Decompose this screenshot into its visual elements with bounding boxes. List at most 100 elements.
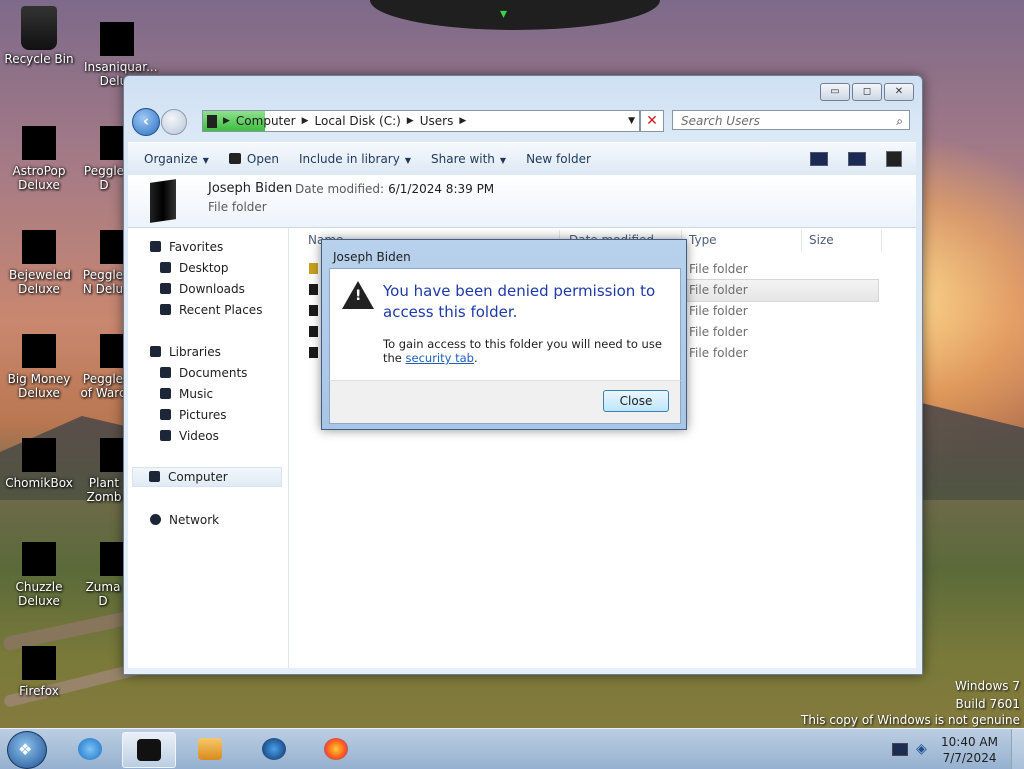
nav-network[interactable]: Network [150, 513, 219, 527]
minimize-button[interactable]: ▭ [820, 83, 850, 101]
firefox-icon [22, 646, 56, 680]
preview-pane-icon[interactable] [848, 152, 866, 166]
breadcrumb-arrow-icon[interactable]: ▶ [405, 116, 416, 126]
table-row[interactable]: File folder [689, 283, 748, 297]
address-dropdown-icon[interactable]: ▼ [628, 116, 635, 126]
security-tab-link[interactable]: security tab [406, 351, 474, 365]
chomikbox-icon [22, 438, 56, 472]
column-header-size[interactable]: Size [809, 233, 834, 247]
show-desktop-button[interactable] [1011, 729, 1024, 769]
breadcrumb-users[interactable]: Users [416, 114, 458, 128]
new-folder-button[interactable]: New folder [510, 152, 591, 166]
table-row[interactable]: File folder [689, 304, 748, 318]
nav-documents[interactable]: Documents [160, 366, 247, 380]
watermark-line: Build 7601 [955, 697, 1020, 711]
folder-icon [309, 284, 318, 295]
insaniquarium-icon [100, 22, 134, 56]
address-bar[interactable]: ▶ Computer ▶ Local Disk (C:) ▶ Users ▶ ▼ [202, 110, 640, 132]
selected-folder-name: Joseph Biden [208, 181, 293, 196]
network-icon [150, 514, 161, 525]
nav-favorites[interactable]: Favorites [150, 240, 223, 254]
taskbar-globe-app[interactable] [248, 732, 300, 766]
close-window-button[interactable]: ✕ [884, 83, 914, 101]
desktop-icon-label: Bejeweled Deluxe [9, 268, 71, 296]
desktop-icon-label: Peggle N Delu [82, 268, 124, 296]
taskbar-firefox[interactable] [310, 732, 362, 766]
volume-tray-icon[interactable]: ◈ [916, 741, 927, 757]
organize-button[interactable]: Organize ▼ [128, 152, 209, 166]
folder-icon [309, 305, 318, 316]
nav-computer[interactable]: Computer [132, 467, 282, 487]
folder-icon [309, 347, 318, 358]
breadcrumb-arrow-icon[interactable]: ▶ [221, 116, 232, 126]
recycle-bin-icon [21, 6, 57, 50]
table-row[interactable]: File folder [689, 262, 748, 276]
nav-libraries[interactable]: Libraries [150, 345, 221, 359]
dialog-heading: You have been denied permission to acces… [383, 282, 656, 321]
table-row[interactable]: File folder [689, 325, 748, 339]
nav-desktop[interactable]: Desktop [160, 261, 229, 275]
table-row[interactable]: File folder [689, 346, 748, 360]
desktop-icon-recycle-bin[interactable]: Recycle Bin [0, 6, 78, 66]
taskbar-media-player[interactable] [184, 732, 236, 766]
folder-large-icon [150, 179, 176, 223]
desktop-icon-chuzzle[interactable]: Chuzzle Deluxe [0, 542, 78, 608]
internet-explorer-icon [78, 738, 102, 760]
taskbar-explorer[interactable] [122, 732, 176, 768]
breadcrumb-arrow-icon[interactable]: ▶ [457, 116, 468, 126]
back-button[interactable]: ‹ [132, 108, 160, 136]
maximize-button[interactable]: ◻ [852, 83, 882, 101]
open-button[interactable]: Open [213, 152, 279, 166]
navigation-pane: Favorites Desktop Downloads Recent Place… [128, 228, 289, 668]
desktop-icon-chomikbox[interactable]: ChomikBox [0, 438, 78, 490]
windows-logo-icon: ❖ [18, 740, 33, 759]
dialog-title: Joseph Biden [333, 250, 411, 264]
pictures-icon [160, 409, 171, 420]
desktop-icon-label: Big Money Deluxe [7, 372, 71, 400]
command-bar: Organize ▼ Open Include in library ▼ Share… [128, 142, 916, 176]
nav-music[interactable]: Music [160, 387, 213, 401]
network-tray-icon[interactable] [892, 743, 908, 756]
dialog-message: To gain access to this folder you will n… [383, 337, 662, 365]
clock[interactable]: 10:40 AM 7/7/2024 [941, 734, 998, 766]
nav-pictures[interactable]: Pictures [160, 408, 227, 422]
desktop-gadget: ▾ [370, 0, 660, 30]
help-icon[interactable] [886, 151, 902, 167]
library-icon [150, 346, 161, 357]
column-header-type[interactable]: Type [689, 233, 717, 247]
open-icon [228, 153, 241, 164]
breadcrumb-computer[interactable]: Computer [232, 114, 300, 128]
big-money-icon [22, 334, 56, 368]
start-button[interactable]: ❖ [7, 731, 47, 769]
desktop-icon-big-money[interactable]: Big Money Deluxe [0, 334, 78, 400]
desktop-icon-label: Peggle D [83, 164, 125, 192]
desktop-icon-bejeweled[interactable]: Bejeweled Deluxe [0, 230, 78, 296]
share-with-button[interactable]: Share with ▼ [415, 152, 506, 166]
search-icon[interactable]: ⌕ [896, 111, 903, 131]
nav-videos[interactable]: Videos [160, 429, 219, 443]
music-icon [160, 388, 171, 399]
gadget-dots-icon: ▾ [500, 6, 508, 22]
desktop-icon-label: Firefox [19, 684, 59, 698]
search-input[interactable]: Search Users ⌕ [672, 110, 910, 130]
breadcrumb-arrow-icon[interactable]: ▶ [300, 116, 311, 126]
dialog-body: ! You have been denied permission to acc… [329, 268, 681, 381]
desktop-icon-label: Peggle of Warc [80, 372, 126, 400]
desktop-icon [160, 262, 171, 273]
breadcrumb-local-disk[interactable]: Local Disk (C:) [311, 114, 405, 128]
stop-button[interactable]: ✕ [640, 110, 664, 132]
desktop-icon-astropop[interactable]: AstroPop Deluxe [0, 126, 78, 192]
desktop-icon-label: Zuma D [85, 580, 121, 608]
taskbar-internet-explorer[interactable] [64, 732, 116, 766]
chuzzle-icon [22, 542, 56, 576]
folder-icon [309, 326, 318, 337]
desktop-icon-firefox[interactable]: Firefox [0, 646, 78, 698]
forward-button[interactable] [161, 109, 187, 135]
nav-recent-places[interactable]: Recent Places [160, 303, 262, 317]
desktop-icon-label: Recycle Bin [4, 52, 74, 66]
include-in-library-button[interactable]: Include in library ▼ [283, 152, 411, 166]
change-view-icon[interactable] [810, 152, 828, 166]
nav-downloads[interactable]: Downloads [160, 282, 245, 296]
close-button[interactable]: Close [603, 390, 669, 412]
window-controls: ▭ ◻ ✕ [820, 83, 914, 101]
